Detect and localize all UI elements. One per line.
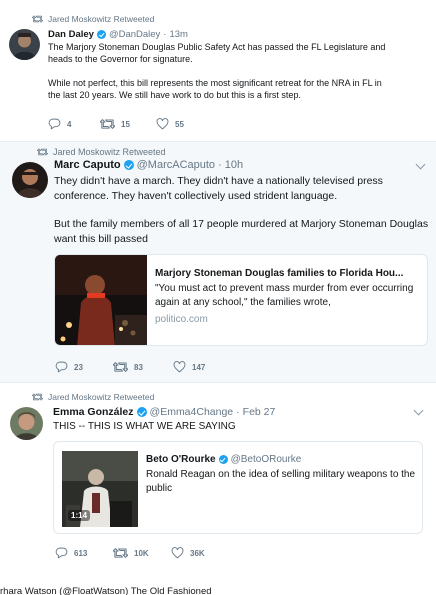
reply-icon: [55, 361, 68, 373]
retweet-icon: [32, 393, 43, 401]
like-icon: [156, 118, 169, 130]
like-button[interactable]: 147: [173, 361, 205, 373]
retweet-context: Jared Moskowitz Retweeted: [32, 392, 154, 402]
separator-dot: ·: [218, 159, 222, 171]
tweet-actions: 613 10K 36K: [55, 547, 205, 559]
tweet-paragraph: THIS -- THIS IS WHAT WE ARE SAYING: [53, 421, 236, 432]
tweet-text: They didn't have a march. They didn't ha…: [54, 174, 429, 246]
quoted-tweet-header: Beto O'Rourke @BetoORourke: [146, 454, 301, 465]
reply-button[interactable]: 4: [48, 118, 100, 130]
author-handle[interactable]: @MarcACaputo: [137, 159, 215, 171]
retweet-context: Jared Moskowitz Retweeted: [37, 147, 166, 157]
link-card[interactable]: Marjory Stoneman Douglas families to Flo…: [54, 254, 428, 346]
separator-dot: ·: [163, 29, 167, 40]
retweet-context: Jared Moskowitz Retweeted: [32, 14, 154, 24]
quoted-author-handle[interactable]: @BetoORourke: [231, 454, 302, 465]
card-title: Marjory Stoneman Douglas families to Flo…: [155, 268, 404, 279]
tweet[interactable]: Jared Moskowitz Retweeted Marc Caputo @M…: [0, 142, 436, 382]
retweet-icon: [37, 148, 48, 156]
retweet-button[interactable]: 83: [113, 361, 173, 373]
card-description: "You must act to prevent mass murder fro…: [155, 283, 414, 308]
tweet-header: Dan Daley @DanDaley · 13m: [48, 29, 188, 40]
retweeted-by-label: Jared Moskowitz Retweeted: [48, 392, 155, 402]
tweet-text: THIS -- THIS IS WHAT WE ARE SAYING: [53, 420, 423, 433]
retweet-button[interactable]: 10K: [113, 547, 171, 559]
author-name[interactable]: Marc Caputo: [54, 159, 121, 171]
reply-icon: [55, 547, 68, 559]
tweet-actions: 23 83 147: [55, 361, 205, 373]
reply-count: 613: [74, 548, 88, 558]
tweet-time[interactable]: Feb 27: [243, 406, 276, 418]
retweeted-by-label: Jared Moskowitz Retweeted: [53, 147, 166, 157]
quoted-tweet-text: Ronald Reagan on the idea of selling mil…: [146, 469, 416, 494]
verified-icon: [96, 30, 106, 39]
chevron-down-icon[interactable]: [415, 159, 426, 170]
like-icon: [173, 361, 186, 373]
caption-text: rhara Watson (@FloatWatson) The Old Fash…: [0, 586, 212, 595]
retweeted-by-label: Jared Moskowitz Retweeted: [48, 14, 155, 24]
separator-dot: ·: [236, 406, 240, 418]
tweet[interactable]: Jared Moskowitz Retweeted Emma González …: [0, 383, 436, 573]
retweet-button[interactable]: 15: [100, 118, 156, 130]
quoted-author-name[interactable]: Beto O'Rourke: [146, 454, 216, 465]
author-name[interactable]: Dan Daley: [48, 29, 94, 40]
retweet-icon: [100, 118, 115, 130]
tweet-actions: 4 15 55: [48, 118, 184, 130]
retweet-count: 10K: [134, 548, 149, 558]
reply-count: 23: [74, 362, 83, 372]
retweet-icon: [113, 361, 128, 373]
tweet-time[interactable]: 10h: [225, 159, 243, 171]
reply-button[interactable]: 23: [55, 361, 113, 373]
tweet-paragraph: While not perfect, this bill represents …: [48, 78, 382, 100]
tweet-paragraph: The Marjory Stoneman Douglas Public Safe…: [48, 42, 386, 64]
tweet-paragraph: They didn't have a march. They didn't ha…: [54, 175, 383, 202]
tweet-paragraph: But the family members of all 17 people …: [54, 218, 429, 245]
tweet-header: Emma González @Emma4Change · Feb 27: [53, 406, 275, 418]
author-handle[interactable]: @Emma4Change: [150, 406, 234, 418]
quoted-tweet[interactable]: Beto O'Rourke @BetoORourke Ronald Reagan…: [53, 441, 423, 534]
like-count: 55: [175, 119, 184, 129]
author-handle[interactable]: @DanDaley: [109, 29, 160, 40]
retweet-icon: [113, 547, 128, 559]
retweet-count: 83: [134, 362, 143, 372]
video-duration: 1:14: [68, 510, 91, 521]
tweet-header: Marc Caputo @MarcACaputo · 10h: [54, 159, 243, 171]
like-icon: [171, 547, 184, 559]
like-count: 36K: [190, 548, 205, 558]
author-name[interactable]: Emma González: [53, 406, 134, 418]
tweet-time[interactable]: 13m: [169, 29, 187, 40]
like-button[interactable]: 55: [156, 118, 184, 130]
retweet-count: 15: [121, 119, 130, 129]
verified-icon: [123, 160, 134, 170]
verified-icon: [218, 455, 228, 464]
card-image: [55, 255, 147, 345]
verified-icon: [136, 407, 147, 417]
chevron-down-icon[interactable]: [413, 405, 424, 416]
tweet-text: The Marjory Stoneman Douglas Public Safe…: [48, 41, 388, 101]
retweet-icon: [32, 15, 43, 23]
avatar[interactable]: [10, 407, 43, 440]
tweet[interactable]: Jared Moskowitz Retweeted Dan Daley @Dan…: [0, 0, 436, 142]
reply-count: 4: [67, 119, 72, 129]
like-count: 147: [192, 362, 206, 372]
avatar[interactable]: [9, 29, 40, 60]
card-domain: politico.com: [155, 314, 208, 325]
reply-button[interactable]: 613: [55, 547, 113, 559]
like-button[interactable]: 36K: [171, 547, 205, 559]
avatar[interactable]: [12, 162, 48, 198]
reply-icon: [48, 118, 61, 130]
